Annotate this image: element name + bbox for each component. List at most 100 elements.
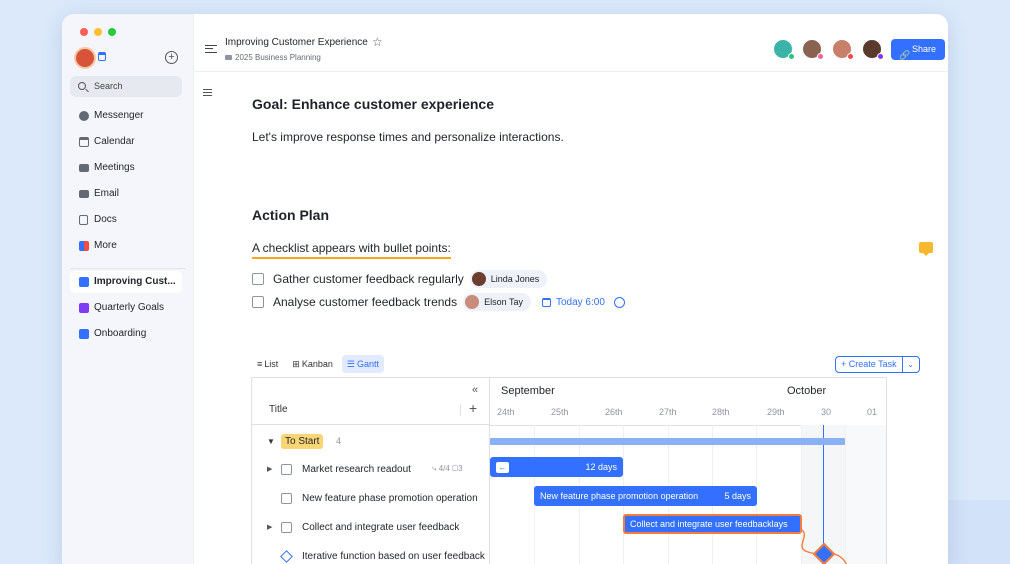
task-title: New feature phase promotion operation xyxy=(302,492,478,504)
sidebar-item-label: Improving Cust... xyxy=(94,276,176,287)
collapse-panel-icon[interactable]: « xyxy=(472,384,478,396)
group-summary-bar[interactable] xyxy=(490,438,845,445)
outline-icon[interactable] xyxy=(203,89,212,96)
folder-icon xyxy=(225,55,232,60)
collaborator-avatar[interactable] xyxy=(832,39,854,60)
add-column-button[interactable]: + xyxy=(469,400,477,416)
calendar-status-icon[interactable] xyxy=(98,52,106,61)
tab-kanban[interactable]: ⊞ Kanban xyxy=(287,355,338,373)
sidebar-item-onboarding[interactable]: Onboarding xyxy=(70,323,182,345)
day-label: 30 xyxy=(821,407,832,417)
sidebar-item-more[interactable]: More xyxy=(70,235,182,257)
gantt-chart: « Title + ▼ To Start 4 ▶ Market research… xyxy=(251,377,887,564)
sidebar-item-quarterly-goals[interactable]: Quarterly Goals xyxy=(70,297,182,319)
calendar-icon xyxy=(79,137,89,147)
create-task-button[interactable]: + Create Task xyxy=(836,357,903,372)
checklist-text[interactable]: Analyse customer feedback trends xyxy=(273,295,457,309)
tab-label: List xyxy=(264,359,279,369)
checkbox[interactable] xyxy=(252,273,264,285)
gantt-list-header: « Title + xyxy=(252,378,490,425)
checklist-text[interactable]: Gather customer feedback regularly xyxy=(273,272,464,286)
task-row[interactable]: ▶ Market research readout ⤷ 4/4 ▢3 xyxy=(252,455,490,483)
sidebar-item-email[interactable]: Email xyxy=(70,183,182,205)
breadcrumb[interactable]: 2025 Business Planning xyxy=(225,53,321,62)
user-avatar[interactable] xyxy=(74,47,96,69)
minimize-window-button[interactable] xyxy=(94,28,102,36)
tab-label: Kanban xyxy=(301,359,333,369)
breadcrumb-label: 2025 Business Planning xyxy=(235,53,321,62)
create-task-button-group: + Create Task ⌄ xyxy=(835,356,920,373)
task-row[interactable]: New feature phase promotion operation xyxy=(252,484,490,512)
calendar-icon xyxy=(541,297,551,307)
checkbox[interactable] xyxy=(252,296,264,308)
day-label: 26th xyxy=(605,407,623,417)
sidebar-item-messenger[interactable]: Messenger xyxy=(70,105,182,127)
day-label: 28th xyxy=(712,407,730,417)
sidebar-item-label: Quarterly Goals xyxy=(94,302,165,313)
alarm-icon[interactable] xyxy=(613,296,625,308)
app-window: + Search Messenger Calendar Meetings Ema… xyxy=(62,14,948,564)
mention-chip[interactable]: Elson Tay xyxy=(463,293,531,311)
share-label: Share xyxy=(912,44,937,54)
title-column-header: Title xyxy=(269,404,288,415)
sidebar-item-calendar[interactable]: Calendar xyxy=(70,131,182,153)
status-dot xyxy=(877,53,884,60)
day-label: 27th xyxy=(659,407,677,417)
task-row[interactable]: ▶ Collect and integrate user feedback xyxy=(252,513,490,541)
sidebar-item-label: Email xyxy=(94,188,120,199)
task-checkbox[interactable] xyxy=(281,521,292,533)
new-item-button[interactable]: + xyxy=(165,51,178,64)
sidebar-item-improving-customer[interactable]: Improving Cust... xyxy=(70,271,182,293)
background-card xyxy=(948,500,1010,564)
list-icon: ≡ xyxy=(257,359,263,369)
sidebar-item-label: More xyxy=(94,240,117,251)
window-controls xyxy=(80,28,116,36)
milestone-row[interactable]: Iterative function based on user feedbac… xyxy=(252,542,490,564)
bar-label: Collect and integrate user feedbacklays xyxy=(630,519,788,529)
gantt-timeline: September October 24th 25th 26th 27th 28… xyxy=(490,378,886,564)
due-date[interactable]: Today 6:00 xyxy=(541,296,625,308)
search-input[interactable]: Search xyxy=(70,76,182,97)
goal-heading: Goal: Enhance customer experience xyxy=(252,96,494,112)
maximize-window-button[interactable] xyxy=(108,28,116,36)
mention-chip[interactable]: Linda Jones xyxy=(469,270,548,288)
mention-name: Elson Tay xyxy=(484,297,523,307)
comment-icon[interactable] xyxy=(919,242,933,256)
star-icon[interactable]: ☆ xyxy=(372,35,383,49)
expand-icon[interactable]: ▼ xyxy=(267,437,275,446)
day-label: 01 xyxy=(867,407,878,417)
sidebar-item-label: Meetings xyxy=(94,162,135,173)
collaborator-avatar[interactable] xyxy=(802,39,824,60)
task-bar[interactable]: New feature phase promotion operation 5 … xyxy=(534,486,757,506)
task-bar[interactable]: ← 12 days xyxy=(490,457,623,477)
search-icon xyxy=(78,82,86,90)
status-dot xyxy=(788,53,795,60)
mention-name: Linda Jones xyxy=(490,274,540,284)
sidebar: + Search Messenger Calendar Meetings Ema… xyxy=(62,14,194,564)
sidebar-divider xyxy=(70,268,186,269)
sidebar-item-meetings[interactable]: Meetings xyxy=(70,157,182,179)
task-checkbox[interactable] xyxy=(281,492,292,504)
sidebar-item-docs[interactable]: Docs xyxy=(70,209,182,231)
collaborator-avatar[interactable] xyxy=(773,39,795,60)
tab-list[interactable]: ≡ List xyxy=(252,355,283,373)
share-button[interactable]: 🔗 Share xyxy=(891,39,945,60)
collaborator-avatar[interactable] xyxy=(862,39,884,60)
task-title: Iterative function based on user feedbac… xyxy=(302,550,485,562)
month-label: September xyxy=(501,385,555,397)
collapse-sidebar-icon[interactable] xyxy=(205,45,217,53)
task-checkbox[interactable] xyxy=(281,463,292,475)
expand-icon[interactable]: ▶ xyxy=(267,523,272,531)
day-label: 25th xyxy=(551,407,569,417)
tab-gantt[interactable]: ☰ Gantt xyxy=(341,355,384,373)
group-tag: To Start xyxy=(281,433,324,449)
action-plan-heading: Action Plan xyxy=(252,207,330,223)
scroll-to-start-icon[interactable]: ← xyxy=(496,462,509,473)
chevron-down-icon[interactable]: ⌄ xyxy=(903,357,919,372)
task-bar-selected[interactable]: Collect and integrate user feedbacklays xyxy=(623,514,802,534)
milestone-icon xyxy=(280,549,293,563)
group-count: 4 xyxy=(336,436,342,446)
close-window-button[interactable] xyxy=(80,28,88,36)
group-row[interactable]: ▼ To Start 4 xyxy=(252,427,490,455)
expand-icon[interactable]: ▶ xyxy=(267,465,272,473)
